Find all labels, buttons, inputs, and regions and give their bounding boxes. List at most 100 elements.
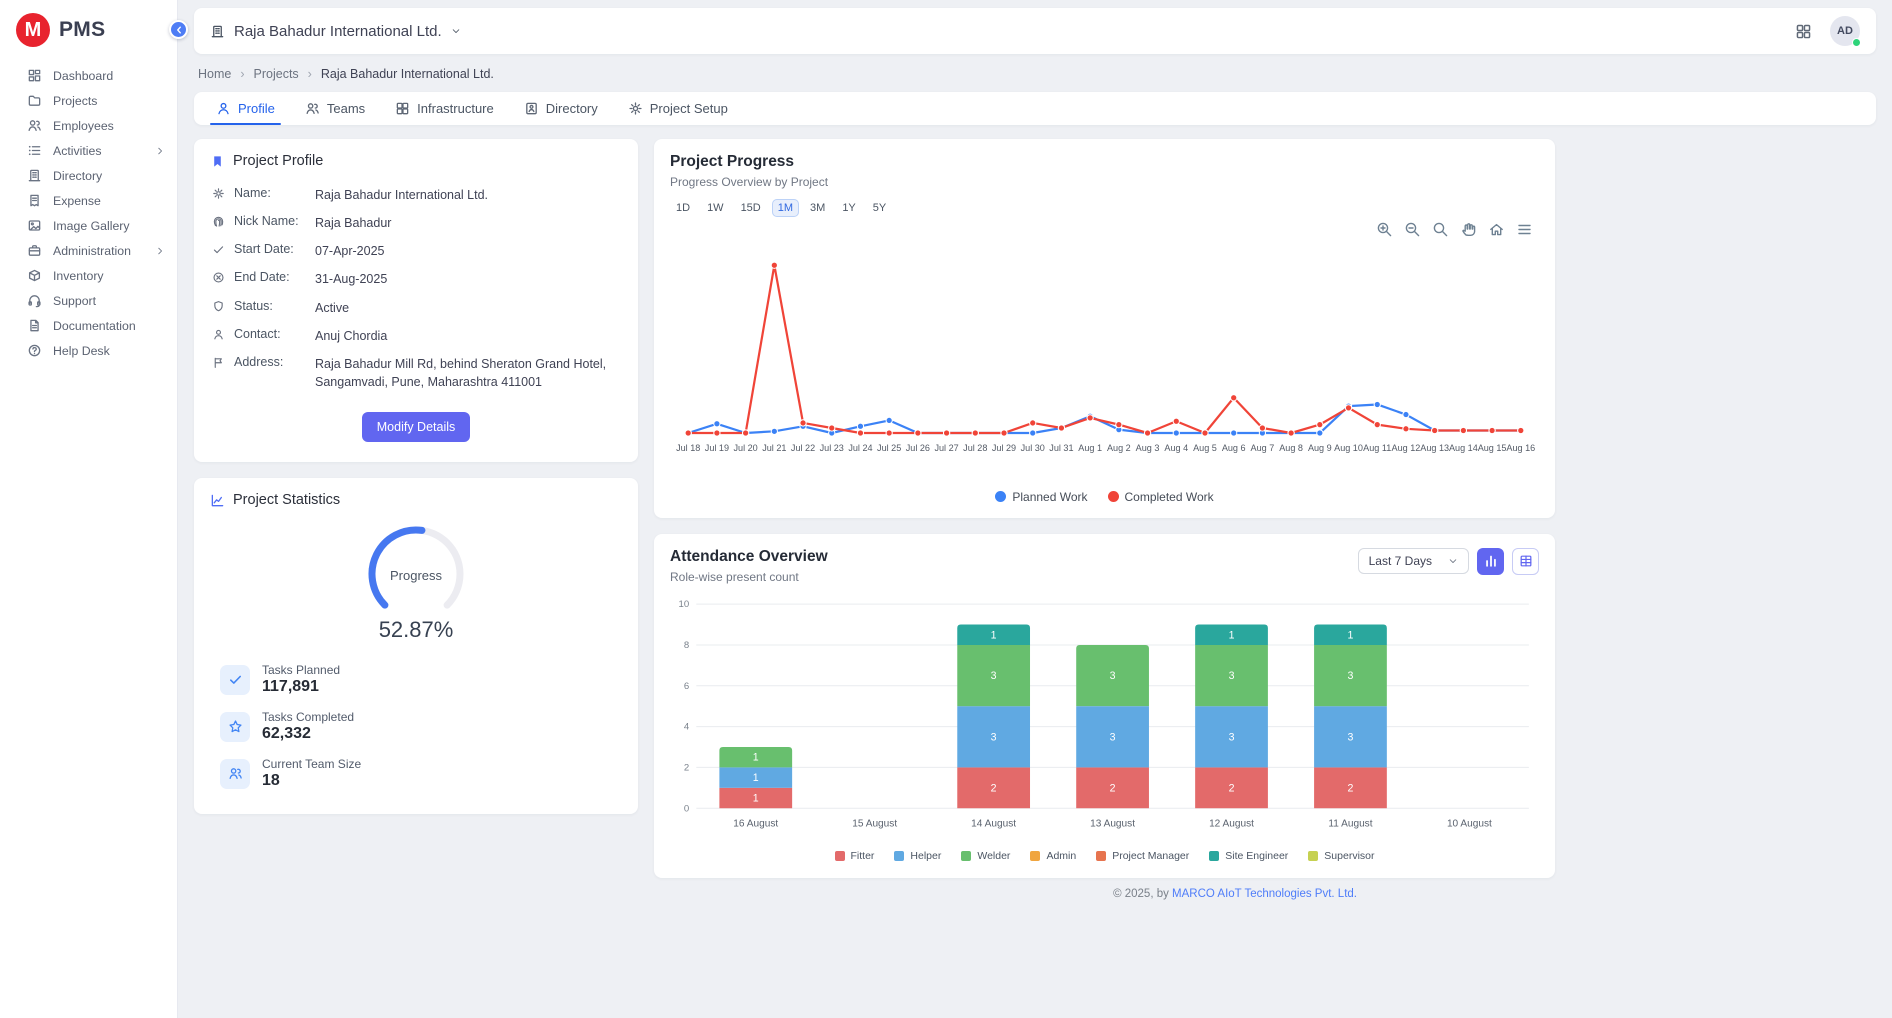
svg-text:Aug 2: Aug 2: [1107, 443, 1131, 453]
sidebar-item-label: Administration: [53, 244, 131, 258]
project-progress-chart[interactable]: Jul 18Jul 19Jul 20Jul 21Jul 22Jul 23Jul …: [670, 239, 1539, 486]
svg-text:Jul 22: Jul 22: [791, 443, 815, 453]
pan-icon[interactable]: [1460, 221, 1477, 239]
sidebar-item-label: Documentation: [53, 319, 136, 333]
range-1d[interactable]: 1D: [670, 199, 696, 217]
zoom-in-icon[interactable]: [1376, 221, 1393, 239]
modify-details-button[interactable]: Modify Details: [362, 412, 471, 442]
svg-text:Aug 8: Aug 8: [1279, 443, 1303, 453]
field-label: Address:: [234, 355, 306, 369]
legend-item[interactable]: Planned Work: [995, 490, 1087, 504]
dashboard-icon: [27, 68, 42, 83]
brand[interactable]: M PMS: [0, 0, 177, 63]
breadcrumb: Home › Projects › Raja Bahadur Internati…: [194, 54, 1876, 92]
range-5y[interactable]: 5Y: [867, 199, 892, 217]
card-title: Project Statistics: [233, 492, 340, 508]
app-logo: M: [16, 13, 50, 47]
legend-item[interactable]: Welder: [961, 850, 1010, 862]
legend-item[interactable]: Helper: [894, 850, 941, 862]
sidebar-item-dashboard[interactable]: Dashboard: [0, 63, 177, 88]
range-1m[interactable]: 1M: [772, 199, 799, 217]
range-15d[interactable]: 15D: [735, 199, 767, 217]
legend-item[interactable]: Supervisor: [1308, 850, 1374, 862]
svg-text:Aug 7: Aug 7: [1251, 443, 1275, 453]
tab-label: Project Setup: [650, 101, 728, 116]
sidebar-item-image-gallery[interactable]: Image Gallery: [0, 213, 177, 238]
sidebar-item-documentation[interactable]: Documentation: [0, 313, 177, 338]
legend-item[interactable]: Project Manager: [1096, 850, 1189, 862]
sidebar-item-inventory[interactable]: Inventory: [0, 263, 177, 288]
user-icon: [212, 328, 225, 341]
svg-text:Aug 1: Aug 1: [1078, 443, 1102, 453]
tab-infrastructure[interactable]: Infrastructure: [381, 92, 508, 125]
folder-icon: [27, 93, 42, 108]
chevron-down-icon: [451, 26, 461, 36]
gear-icon: [628, 101, 643, 116]
flag-icon: [212, 356, 225, 369]
sidebar-item-help-desk[interactable]: Help Desk: [0, 338, 177, 363]
legend-item[interactable]: Fitter: [835, 850, 875, 862]
legend-item[interactable]: Admin: [1030, 850, 1076, 862]
star-icon: [220, 712, 250, 742]
field-value: Raja Bahadur: [315, 214, 391, 232]
sidebar-item-label: Projects: [53, 94, 97, 108]
sidebar-item-directory[interactable]: Directory: [0, 163, 177, 188]
users-icon: [220, 759, 250, 789]
svg-text:13 August: 13 August: [1090, 818, 1135, 829]
stat-tasks-completed: Tasks Completed 62,332: [220, 710, 622, 743]
legend-item[interactable]: Completed Work: [1108, 490, 1214, 504]
profile-field-end-date: End Date: 31-Aug-2025: [210, 265, 622, 293]
sidebar-item-administration[interactable]: Administration: [0, 238, 177, 263]
profile-field-status: Status: Active: [210, 294, 622, 322]
app-root: M PMS Dashboard Projects Employees Activ…: [0, 0, 1892, 1018]
svg-text:3: 3: [991, 731, 997, 743]
tab-label: Teams: [327, 101, 365, 116]
field-value: 31-Aug-2025: [315, 270, 387, 288]
svg-text:2: 2: [1110, 782, 1116, 794]
breadcrumb-current: Raja Bahadur International Ltd.: [321, 67, 494, 81]
range-3m[interactable]: 3M: [804, 199, 831, 217]
stat-value: 117,891: [262, 678, 340, 696]
bar-chart-view-button[interactable]: [1477, 548, 1504, 575]
breadcrumb-projects[interactable]: Projects: [254, 67, 299, 81]
svg-text:Aug 13: Aug 13: [1420, 443, 1449, 453]
tab-teams[interactable]: Teams: [291, 92, 379, 125]
stat-value: 62,332: [262, 725, 354, 743]
attendance-chart[interactable]: 024681011116 August15 August233114 Augus…: [670, 592, 1539, 847]
sidebar-item-expense[interactable]: Expense: [0, 188, 177, 213]
sidebar: M PMS Dashboard Projects Employees Activ…: [0, 0, 178, 1018]
range-1y[interactable]: 1Y: [836, 199, 861, 217]
zoom-out-icon[interactable]: [1404, 221, 1421, 239]
company-selector[interactable]: Raja Bahadur International Ltd.: [210, 23, 461, 40]
sidebar-item-employees[interactable]: Employees: [0, 113, 177, 138]
home-icon[interactable]: [1488, 221, 1505, 239]
bar-chart-icon: [1484, 554, 1498, 568]
svg-text:11 August: 11 August: [1328, 818, 1372, 829]
avatar[interactable]: AD: [1830, 16, 1860, 46]
tab-profile[interactable]: Profile: [202, 92, 289, 125]
apps-grid-button[interactable]: [1795, 23, 1812, 40]
field-value: Raja Bahadur International Ltd.: [315, 186, 488, 204]
svg-text:3: 3: [1229, 731, 1235, 743]
table-view-button[interactable]: [1512, 548, 1539, 575]
sidebar-collapse-button[interactable]: [169, 20, 188, 39]
breadcrumb-home[interactable]: Home: [198, 67, 231, 81]
date-range-select[interactable]: Last 7 Days: [1358, 548, 1469, 574]
svg-text:Jul 26: Jul 26: [906, 443, 930, 453]
range-1w[interactable]: 1W: [701, 199, 730, 217]
card-subtitle: Role-wise present count: [670, 570, 828, 584]
sidebar-item-projects[interactable]: Projects: [0, 88, 177, 113]
chevron-left-icon: [174, 25, 184, 35]
field-value: Raja Bahadur Mill Rd, behind Sheraton Gr…: [315, 355, 620, 391]
fingerprint-icon: [212, 215, 225, 228]
svg-text:Jul 23: Jul 23: [820, 443, 844, 453]
company-link[interactable]: MARCO AIoT Technologies Pvt. Ltd.: [1172, 888, 1357, 900]
tab-label: Infrastructure: [417, 101, 494, 116]
tab-project-setup[interactable]: Project Setup: [614, 92, 742, 125]
selection-zoom-icon[interactable]: [1432, 221, 1449, 239]
menu-icon[interactable]: [1516, 221, 1533, 239]
sidebar-item-support[interactable]: Support: [0, 288, 177, 313]
tab-directory[interactable]: Directory: [510, 92, 612, 125]
sidebar-item-activities[interactable]: Activities: [0, 138, 177, 163]
legend-item[interactable]: Site Engineer: [1209, 850, 1288, 862]
